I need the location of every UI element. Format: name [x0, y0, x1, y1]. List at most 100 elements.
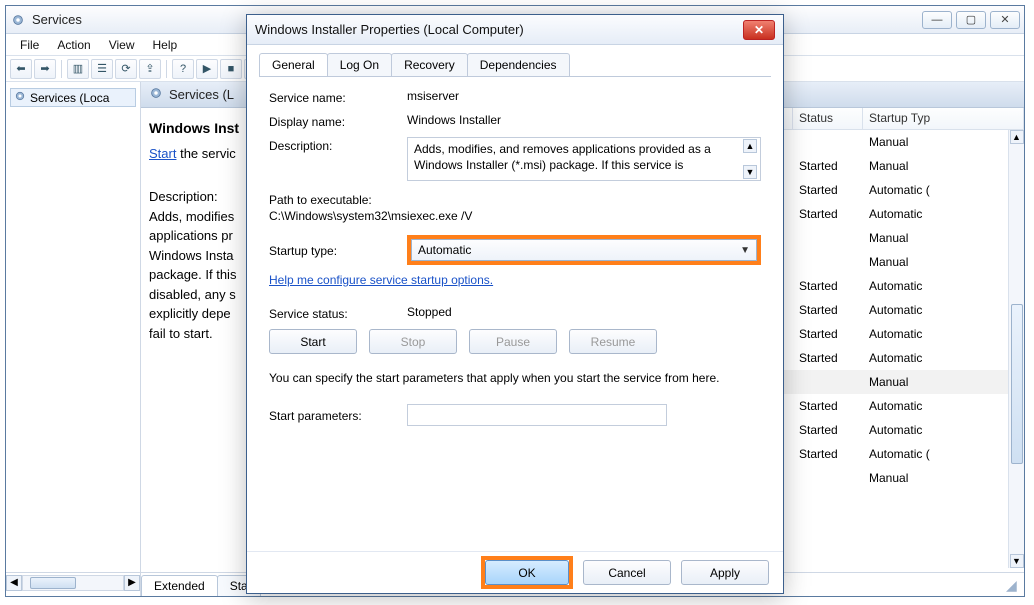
label-service-name: Service name: [269, 89, 399, 105]
cell-startup: Manual [863, 255, 1024, 269]
menu-help[interactable]: Help [145, 36, 186, 54]
label-service-status: Service status: [269, 305, 399, 321]
cell-status: Started [793, 399, 863, 413]
tree-root-label: Services (Loca [30, 91, 109, 105]
separator [61, 60, 62, 78]
startup-type-select[interactable]: Automatic ▼ [411, 239, 757, 261]
scroll-left-icon[interactable]: ◀ [6, 575, 22, 591]
apply-button[interactable]: Apply [681, 560, 769, 585]
menu-action[interactable]: Action [49, 36, 98, 54]
cell-startup: Automatic [863, 423, 1024, 437]
refresh-icon[interactable]: ⟳ [115, 59, 137, 79]
dialog-body: General Log On Recovery Dependencies Ser… [247, 45, 783, 551]
tree-root[interactable]: Services (Loca [10, 88, 136, 107]
scroll-up-icon[interactable]: ▲ [1010, 130, 1024, 144]
stop-icon[interactable]: ■ [220, 59, 242, 79]
col-status[interactable]: Status [793, 108, 863, 129]
hscroll-track[interactable] [22, 575, 124, 591]
gear-icon [10, 12, 26, 28]
forward-icon[interactable]: ➡ [34, 59, 56, 79]
menu-file[interactable]: File [12, 36, 47, 54]
cell-startup: Automatic [863, 303, 1024, 317]
resume-button[interactable]: Resume [569, 329, 657, 354]
desc-label: Description: [149, 187, 242, 207]
close-button[interactable]: ✕ [990, 11, 1020, 29]
stop-button[interactable]: Stop [369, 329, 457, 354]
startup-type-value: Automatic [418, 243, 471, 257]
cell-startup: Automatic [863, 399, 1024, 413]
tab-recovery[interactable]: Recovery [391, 53, 468, 76]
gear-icon [14, 90, 26, 105]
scroll-down-icon[interactable]: ▼ [743, 165, 757, 179]
tree-pane: Services (Loca [6, 82, 141, 572]
scroll-up-icon[interactable]: ▲ [743, 139, 757, 153]
help-link[interactable]: Help me configure service startup option… [269, 273, 493, 287]
detail-description: Description: Adds, modifies applications… [149, 187, 242, 343]
scroll-down-icon[interactable]: ▼ [1010, 554, 1024, 568]
maximize-button[interactable]: ▢ [956, 11, 986, 29]
description-scrollbar[interactable]: ▲ ▼ [743, 139, 759, 179]
pause-button[interactable]: Pause [469, 329, 557, 354]
tree-hscroll[interactable]: ◀ ▶ [6, 572, 140, 592]
panel-icon[interactable]: ▥ [67, 59, 89, 79]
separator [166, 60, 167, 78]
desc-body: Adds, modifies applications pr Windows I… [149, 207, 242, 344]
cell-status: Started [793, 351, 863, 365]
cell-startup: Automatic [863, 327, 1024, 341]
details-icon[interactable]: ☰ [91, 59, 113, 79]
export-icon[interactable]: ⇪ [139, 59, 161, 79]
start-link[interactable]: Start [149, 146, 176, 161]
cell-startup: Manual [863, 471, 1024, 485]
cell-startup: Automatic [863, 351, 1024, 365]
gear-icon [149, 86, 163, 103]
ok-highlight: OK [481, 556, 573, 589]
col-startup[interactable]: Startup Typ [863, 108, 1024, 129]
value-service-name: msiserver [407, 89, 761, 103]
general-tab-panel: Service name: msiserver Display name: Wi… [259, 77, 771, 545]
help-icon[interactable]: ? [172, 59, 194, 79]
properties-dialog: Windows Installer Properties (Local Comp… [246, 14, 784, 594]
window-title: Services [32, 12, 82, 27]
minimize-button[interactable]: — [922, 11, 952, 29]
dialog-close-button[interactable]: ✕ [743, 20, 775, 40]
value-path: C:\Windows\system32\msiexec.exe /V [269, 209, 761, 223]
tab-logon[interactable]: Log On [327, 53, 392, 76]
description-box[interactable]: Adds, modifies, and removes applications… [407, 137, 761, 181]
cell-startup: Manual [863, 135, 1024, 149]
menu-view[interactable]: View [101, 36, 143, 54]
value-description: Adds, modifies, and removes applications… [414, 142, 711, 172]
scroll-right-icon[interactable]: ▶ [124, 575, 140, 591]
cell-startup: Automatic ( [863, 447, 1024, 461]
label-description: Description: [269, 137, 399, 153]
label-startup-type: Startup type: [269, 242, 399, 258]
tab-general[interactable]: General [259, 53, 328, 76]
vertical-scrollbar[interactable]: ▲ ▼ [1008, 130, 1024, 568]
cell-startup: Automatic ( [863, 183, 1024, 197]
ok-button[interactable]: OK [485, 560, 569, 585]
back-icon[interactable]: ⬅ [10, 59, 32, 79]
tab-dependencies[interactable]: Dependencies [467, 53, 570, 76]
tab-extended[interactable]: Extended [141, 575, 218, 596]
cell-startup: Manual [863, 231, 1024, 245]
cancel-button[interactable]: Cancel [583, 560, 671, 585]
center-header-label: Services (L [169, 87, 234, 102]
start-button[interactable]: Start [269, 329, 357, 354]
cell-status: Started [793, 423, 863, 437]
value-display-name: Windows Installer [407, 113, 761, 127]
value-service-status: Stopped [407, 305, 761, 319]
cell-startup: Manual [863, 159, 1024, 173]
dialog-tabs: General Log On Recovery Dependencies [259, 53, 771, 77]
center-pane: Services (L Windows Inst Start the servi… [141, 82, 251, 572]
cell-status: Started [793, 207, 863, 221]
start-line-rest: the servic [176, 146, 235, 161]
start-params-input[interactable] [407, 404, 667, 426]
cell-status: Started [793, 159, 863, 173]
run-icon[interactable]: ▶ [196, 59, 218, 79]
detail-body: Windows Inst Start the servic Descriptio… [141, 108, 250, 572]
dialog-title: Windows Installer Properties (Local Comp… [255, 22, 524, 37]
scroll-thumb[interactable] [1011, 304, 1023, 464]
center-header: Services (L [141, 82, 250, 108]
hscroll-thumb[interactable] [30, 577, 76, 589]
resize-grip-icon[interactable]: ◢ [1006, 578, 1020, 592]
detail-title: Windows Inst [149, 120, 242, 136]
